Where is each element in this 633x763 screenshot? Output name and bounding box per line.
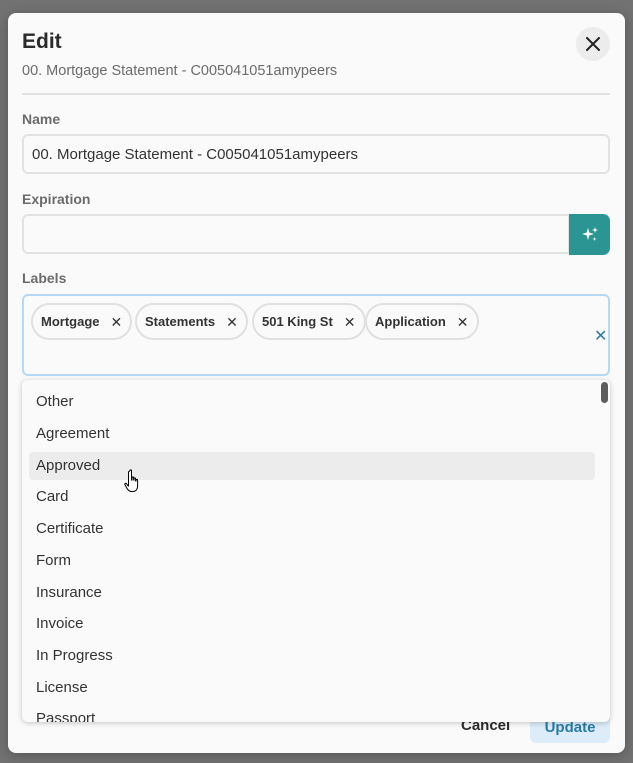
chip-remove-icon[interactable]: ✕ — [111, 315, 123, 329]
name-input[interactable] — [22, 134, 610, 174]
close-button[interactable] — [576, 27, 610, 61]
dropdown-option[interactable]: Invoice — [29, 610, 595, 638]
sparkle-icon — [581, 226, 598, 241]
label-chip: Statements ✕ — [135, 303, 248, 340]
chip-label: 501 King St — [262, 314, 333, 329]
ai-suggest-button[interactable] — [569, 214, 610, 255]
chip-label: Mortgage — [41, 314, 100, 329]
chip-label: Statements — [145, 314, 216, 329]
label-chip: 501 King St ✕ — [252, 303, 366, 340]
dropdown-option[interactable]: Other — [29, 388, 595, 416]
labels-dropdown[interactable]: Other Agreement Approved Card Certificat… — [22, 380, 610, 722]
label-chip: Mortgage ✕ — [31, 303, 133, 340]
modal-title: Edit — [22, 30, 62, 53]
dropdown-option[interactable]: Insurance — [29, 579, 595, 607]
dropdown-option[interactable]: In Progress — [29, 642, 595, 670]
expiration-label: Expiration — [22, 191, 91, 207]
chip-remove-icon[interactable]: ✕ — [226, 315, 238, 329]
modal-subtitle: 00. Mortgage Statement - C005041051amype… — [22, 63, 338, 79]
hand-pointer-icon — [124, 469, 139, 492]
clear-all-icon[interactable]: ✕ — [594, 326, 607, 346]
dropdown-option[interactable]: Passport — [29, 705, 595, 722]
name-label: Name — [22, 111, 61, 127]
dropdown-option[interactable]: Card — [29, 483, 595, 511]
labels-label: Labels — [22, 270, 67, 286]
dropdown-option[interactable]: Certificate — [29, 515, 595, 543]
dropdown-option[interactable]: License — [29, 674, 595, 702]
chip-label: Application — [375, 314, 446, 329]
close-icon — [586, 37, 600, 51]
dropdown-option[interactable]: Agreement — [29, 420, 595, 448]
chip-remove-icon[interactable]: ✕ — [344, 315, 356, 329]
header-divider — [22, 93, 610, 95]
chip-remove-icon[interactable]: ✕ — [457, 315, 469, 329]
labels-multiselect[interactable]: Mortgage ✕ Statements ✕ 501 King St ✕ Ap… — [22, 294, 610, 376]
expiration-input[interactable] — [22, 214, 570, 254]
dropdown-option[interactable]: Approved — [29, 452, 595, 480]
label-chip: Application ✕ — [365, 303, 479, 340]
dropdown-option[interactable]: Form — [29, 547, 595, 575]
dropdown-scrollbar[interactable] — [601, 382, 608, 403]
